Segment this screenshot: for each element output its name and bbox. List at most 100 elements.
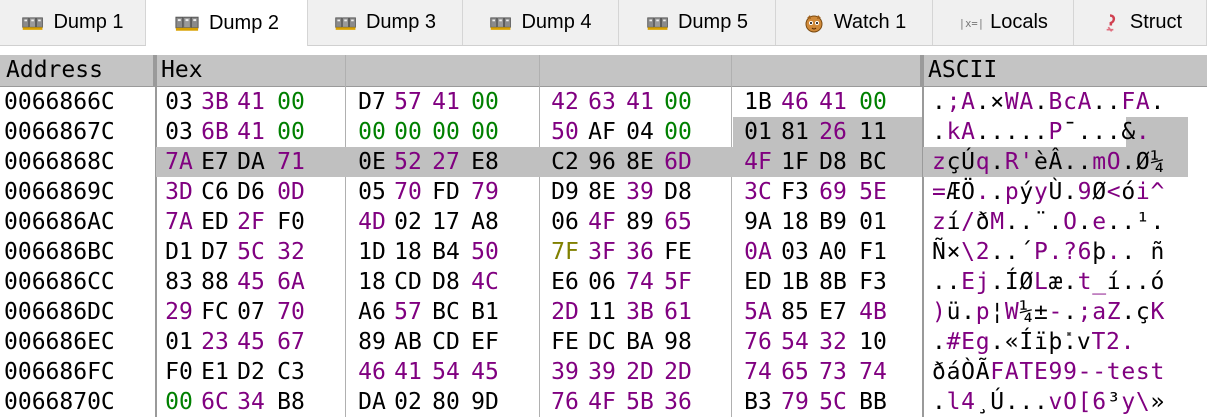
hex-byte[interactable]: 00 bbox=[662, 87, 694, 117]
hex-byte[interactable]: 98 bbox=[662, 327, 694, 357]
hex-byte[interactable]: BC bbox=[857, 147, 889, 177]
hex-byte[interactable]: F3 bbox=[857, 267, 889, 297]
hex-byte[interactable]: 42 bbox=[549, 87, 581, 117]
tab-locals[interactable]: |x=| Locals bbox=[933, 0, 1074, 45]
hex-byte[interactable]: 36 bbox=[624, 237, 656, 267]
hex-byte[interactable]: D7 bbox=[356, 87, 388, 117]
hex-byte[interactable]: 00 bbox=[163, 387, 195, 417]
hex-byte[interactable]: CD bbox=[430, 327, 462, 357]
hex-byte[interactable]: D8 bbox=[662, 177, 694, 207]
hex-byte[interactable]: 11 bbox=[857, 117, 889, 147]
hex-byte[interactable]: 89 bbox=[356, 327, 388, 357]
hex-byte[interactable]: 23 bbox=[199, 327, 231, 357]
ascii-cell[interactable]: )ü.p¦W¼±-.;aZ.çK bbox=[932, 297, 1165, 327]
hex-byte[interactable]: 5C bbox=[817, 387, 849, 417]
dump-row[interactable]: 006686CC 83 88 45 6A 18 CD D8 4C E6 06 74 5F ED 1B 8B F3… bbox=[0, 267, 1207, 297]
hex-byte[interactable]: 41 bbox=[235, 117, 267, 147]
hex-byte[interactable]: 00 bbox=[857, 87, 889, 117]
hex-byte[interactable]: 50 bbox=[469, 237, 501, 267]
hex-byte[interactable]: 46 bbox=[779, 87, 811, 117]
dump-row[interactable]: 0066867C 03 6B 41 00 00 00 00 00 50 AF 04 00 01 81 26 11… bbox=[0, 117, 1207, 147]
hex-byte[interactable]: 41 bbox=[392, 357, 424, 387]
hex-byte[interactable]: 05 bbox=[356, 177, 388, 207]
hex-byte[interactable]: 4F bbox=[586, 387, 618, 417]
hex-byte[interactable]: 8B bbox=[817, 267, 849, 297]
hex-byte[interactable]: 00 bbox=[469, 117, 501, 147]
dump-row[interactable]: 006686FC F0 E1 D2 C3 46 41 54 45 39 39 2D 2D 74 65 73 74… bbox=[0, 357, 1207, 387]
hex-byte[interactable]: 39 bbox=[624, 177, 656, 207]
hex-byte[interactable]: 01 bbox=[742, 117, 774, 147]
hex-byte[interactable]: C2 bbox=[549, 147, 581, 177]
tab-dump-2[interactable]: Dump 2 bbox=[146, 0, 308, 46]
ascii-cell[interactable]: =ÆÖ..pýyÙ.9Ø<ói^ bbox=[932, 177, 1165, 207]
hex-byte[interactable]: B1 bbox=[469, 297, 501, 327]
tab-dump-1[interactable]: Dump 1 bbox=[0, 0, 146, 45]
hex-byte[interactable]: 1B bbox=[779, 267, 811, 297]
hex-byte[interactable]: B9 bbox=[817, 207, 849, 237]
tab-dump-3[interactable]: Dump 3 bbox=[308, 0, 463, 45]
hex-byte[interactable]: 03 bbox=[163, 87, 195, 117]
ascii-column-header[interactable]: ASCII bbox=[922, 55, 1207, 87]
ascii-cell[interactable]: .kA.....P¯...&. bbox=[932, 117, 1150, 147]
hex-byte[interactable]: 6A bbox=[275, 267, 307, 297]
hex-byte[interactable]: D6 bbox=[235, 177, 267, 207]
hex-byte[interactable]: B8 bbox=[275, 387, 307, 417]
hex-byte[interactable]: 41 bbox=[624, 87, 656, 117]
hex-byte[interactable]: 0A bbox=[742, 237, 774, 267]
hex-byte[interactable]: 01 bbox=[857, 207, 889, 237]
hex-byte[interactable]: EF bbox=[469, 327, 501, 357]
hex-byte[interactable]: E6 bbox=[549, 267, 581, 297]
hex-byte[interactable]: 00 bbox=[275, 117, 307, 147]
hex-byte[interactable]: FD bbox=[430, 177, 462, 207]
hex-byte[interactable]: D7 bbox=[199, 237, 231, 267]
address-cell[interactable]: 0066870C bbox=[4, 387, 115, 417]
hex-byte[interactable]: 27 bbox=[430, 147, 462, 177]
hex-byte[interactable]: FE bbox=[549, 327, 581, 357]
hex-byte[interactable]: 7F bbox=[549, 237, 581, 267]
address-cell[interactable]: 006686FC bbox=[4, 357, 115, 387]
hex-byte[interactable]: 61 bbox=[662, 297, 694, 327]
hex-byte[interactable]: 74 bbox=[742, 357, 774, 387]
hex-byte[interactable]: 10 bbox=[857, 327, 889, 357]
hex-byte[interactable]: 41 bbox=[235, 87, 267, 117]
hex-byte[interactable]: 5E bbox=[857, 177, 889, 207]
hex-byte[interactable]: 11 bbox=[586, 297, 618, 327]
hex-byte[interactable]: 39 bbox=[549, 357, 581, 387]
hex-byte[interactable]: 65 bbox=[662, 207, 694, 237]
hex-byte[interactable]: 5C bbox=[235, 237, 267, 267]
hex-byte[interactable]: 06 bbox=[549, 207, 581, 237]
hex-byte[interactable]: B3 bbox=[742, 387, 774, 417]
hex-byte[interactable]: 02 bbox=[392, 207, 424, 237]
hex-byte[interactable]: FC bbox=[199, 297, 231, 327]
address-cell[interactable]: 0066867C bbox=[4, 117, 115, 147]
hex-byte[interactable]: 4B bbox=[857, 297, 889, 327]
hex-byte[interactable]: 2D bbox=[624, 357, 656, 387]
hex-byte[interactable]: 32 bbox=[817, 327, 849, 357]
hex-byte[interactable]: 18 bbox=[779, 207, 811, 237]
hex-byte[interactable]: 39 bbox=[586, 357, 618, 387]
hex-byte[interactable]: 06 bbox=[586, 267, 618, 297]
hex-byte[interactable]: D9 bbox=[549, 177, 581, 207]
hex-byte[interactable]: DC bbox=[586, 327, 618, 357]
hex-byte[interactable]: 45 bbox=[235, 327, 267, 357]
hex-byte[interactable]: 00 bbox=[356, 117, 388, 147]
ascii-cell[interactable]: ðáÒÃFATE99--test bbox=[932, 357, 1165, 387]
hex-byte[interactable]: E1 bbox=[199, 357, 231, 387]
hex-byte[interactable]: 8E bbox=[624, 147, 656, 177]
hex-byte[interactable]: 54 bbox=[779, 327, 811, 357]
hex-byte[interactable]: 26 bbox=[817, 117, 849, 147]
hex-byte[interactable]: DA bbox=[356, 387, 388, 417]
hex-byte[interactable]: 41 bbox=[430, 87, 462, 117]
hex-byte[interactable]: 69 bbox=[817, 177, 849, 207]
hex-byte[interactable]: 45 bbox=[235, 267, 267, 297]
hex-byte[interactable]: 63 bbox=[586, 87, 618, 117]
hex-byte[interactable]: 83 bbox=[163, 267, 195, 297]
hex-byte[interactable]: 1F bbox=[779, 147, 811, 177]
tab-dump-4[interactable]: Dump 4 bbox=[463, 0, 619, 45]
hex-byte[interactable]: 03 bbox=[779, 237, 811, 267]
hex-byte[interactable]: 80 bbox=[430, 387, 462, 417]
hex-byte[interactable]: 81 bbox=[779, 117, 811, 147]
hex-byte[interactable]: 70 bbox=[275, 297, 307, 327]
hex-byte[interactable]: F3 bbox=[779, 177, 811, 207]
hex-byte[interactable]: AB bbox=[392, 327, 424, 357]
